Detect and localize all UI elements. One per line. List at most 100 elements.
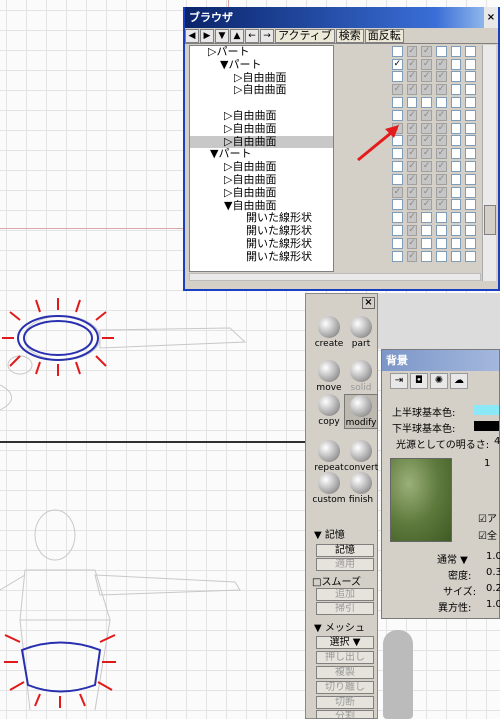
attribute-checkbox[interactable]: ✓ [406, 122, 418, 134]
attribute-checkbox[interactable] [465, 84, 477, 96]
attribute-checkbox[interactable]: ✓ [392, 186, 403, 198]
memory-section-title[interactable]: ▼ 記憶 [314, 526, 345, 541]
attribute-checkbox[interactable] [450, 45, 462, 57]
next-icon[interactable]: ▶ [200, 28, 214, 43]
attribute-checkbox[interactable] [465, 250, 477, 262]
attribute-checkbox[interactable] [450, 173, 462, 185]
attribute-checkbox[interactable] [450, 199, 462, 211]
density-value[interactable]: 0.3 [486, 567, 500, 578]
attribute-checkbox[interactable] [465, 135, 477, 147]
browser-tree[interactable]: ▷パート ▼パート ▷自由曲面 ▷自由曲面 ▷自由曲面 ▷自由曲面 ▷自由曲面 ▼パート ▷自由… [189, 45, 334, 272]
attribute-checkbox[interactable] [421, 97, 433, 109]
sweep-button[interactable]: 掃引 [316, 602, 374, 615]
attribute-checkbox[interactable] [421, 237, 433, 249]
attribute-checkbox[interactable] [392, 97, 403, 109]
attribute-checkbox[interactable] [436, 212, 447, 224]
attribute-checkbox[interactable] [392, 71, 403, 83]
prev-icon[interactable]: ◀ [185, 28, 199, 43]
browser-window[interactable]: ブラウザ × ◀ ▶ ▼ ▲ ← → アクティブ 検索 面反転 ▷パート ▼パート… [183, 7, 500, 291]
import-icon[interactable]: ⇥ [390, 373, 408, 389]
tool-create[interactable]: create [312, 316, 346, 349]
attribute-checkbox[interactable]: ✓ [421, 122, 433, 134]
attribute-checkbox[interactable] [465, 225, 477, 237]
tree-item[interactable]: ▼自由曲面 [190, 200, 333, 213]
attribute-checkbox[interactable] [436, 225, 447, 237]
attribute-checkbox[interactable]: ✓ [421, 84, 433, 96]
attribute-checkbox[interactable] [465, 97, 477, 109]
attribute-checkbox[interactable] [392, 199, 403, 211]
browser-vertical-scrollbar[interactable] [482, 45, 496, 281]
gear-icon[interactable]: ✺ [430, 373, 448, 389]
attribute-checkbox[interactable]: ✓ [436, 161, 447, 173]
attribute-checkbox[interactable]: ✓ [406, 173, 418, 185]
attribute-checkbox[interactable] [421, 250, 433, 262]
duplicate-button[interactable]: 複製 [316, 666, 374, 679]
attribute-checkbox[interactable]: ✓ [421, 148, 433, 160]
attribute-checkbox[interactable] [465, 148, 477, 160]
attribute-checkbox[interactable] [450, 186, 462, 198]
background-image-thumbnail[interactable] [390, 458, 452, 542]
attribute-checkbox[interactable]: ✓ [421, 173, 433, 185]
attribute-checkbox[interactable] [465, 45, 477, 57]
memory-button[interactable]: 記憶 [316, 544, 374, 557]
tool-part[interactable]: part [344, 316, 378, 349]
upper-color-swatch[interactable] [474, 405, 499, 415]
attribute-checkbox[interactable]: ✓ [436, 186, 447, 198]
tree-item[interactable]: ▼パート [190, 148, 333, 161]
attribute-checkbox[interactable]: ✓ [436, 109, 447, 121]
attribute-checkbox[interactable]: ✓ [436, 173, 447, 185]
forward-arrow-icon[interactable]: → [260, 28, 274, 43]
attribute-checkbox[interactable] [436, 250, 447, 262]
scroll-thumb[interactable] [484, 205, 496, 235]
attribute-checkbox[interactable] [465, 109, 477, 121]
mode-dropdown[interactable]: 通常 ▼ [437, 551, 468, 566]
attribute-checkbox[interactable]: ✓ [436, 84, 447, 96]
attribute-checkbox[interactable] [465, 58, 477, 70]
attribute-checkbox[interactable] [392, 250, 403, 262]
camera-icon[interactable]: ◘ [410, 373, 428, 389]
tree-item[interactable]: ▷自由曲面 [190, 187, 333, 200]
attribute-checkbox[interactable] [450, 58, 462, 70]
attribute-checkbox[interactable] [450, 109, 462, 121]
tab-active[interactable]: アクティブ [275, 28, 335, 43]
attribute-checkbox[interactable] [465, 122, 477, 134]
attribute-checkbox[interactable]: ✓ [406, 45, 418, 57]
attribute-checkbox[interactable]: ✓ [406, 109, 418, 121]
brightness-value[interactable]: 4 [494, 436, 500, 447]
attribute-checkbox[interactable] [392, 237, 403, 249]
attribute-checkbox[interactable]: ✓ [421, 135, 433, 147]
attribute-checkbox[interactable] [450, 148, 462, 160]
palette-close-icon[interactable]: × [362, 297, 375, 309]
attribute-checkbox[interactable] [421, 225, 433, 237]
tool-copy[interactable]: copy [312, 394, 346, 427]
attribute-checkbox[interactable] [406, 97, 418, 109]
tool-move[interactable]: move [312, 360, 346, 393]
attribute-checkbox[interactable] [450, 97, 462, 109]
apply-button[interactable]: 適用 [316, 558, 374, 571]
browser-close-button[interactable]: × [484, 7, 498, 28]
checkbox-a[interactable]: ☑ア [478, 510, 497, 525]
add-button[interactable]: 追加 [316, 588, 374, 601]
tree-item[interactable]: 開いた線形状 [190, 225, 333, 238]
tree-item[interactable]: ▷自由曲面 [190, 135, 333, 149]
tool-convert[interactable]: convert [344, 440, 378, 473]
attribute-checkbox[interactable] [450, 84, 462, 96]
attribute-checkbox[interactable]: ✓ [392, 58, 403, 70]
cloud-icon[interactable]: ☁ [450, 373, 468, 389]
attribute-checkbox[interactable]: ✓ [406, 135, 418, 147]
tab-flip-face[interactable]: 面反転 [364, 28, 404, 43]
tab-search[interactable]: 検索 [335, 28, 364, 43]
attribute-checkbox[interactable]: ✓ [436, 122, 447, 134]
select-dropdown[interactable]: 選択 ▼ [316, 636, 374, 649]
size-value[interactable]: 0.2 [486, 583, 500, 594]
attribute-checkbox[interactable] [465, 71, 477, 83]
attribute-checkbox[interactable] [465, 161, 477, 173]
tree-item[interactable]: ▷自由曲面 [190, 161, 333, 174]
attribute-checkbox[interactable] [392, 225, 403, 237]
tree-item[interactable]: 開いた線形状 [190, 251, 333, 264]
mode-value[interactable]: 1.0 [486, 551, 500, 562]
attribute-checkbox[interactable] [450, 135, 462, 147]
attribute-checkbox[interactable]: ✓ [406, 58, 418, 70]
attribute-checkbox[interactable] [392, 212, 403, 224]
attribute-checkbox[interactable]: ✓ [406, 212, 418, 224]
